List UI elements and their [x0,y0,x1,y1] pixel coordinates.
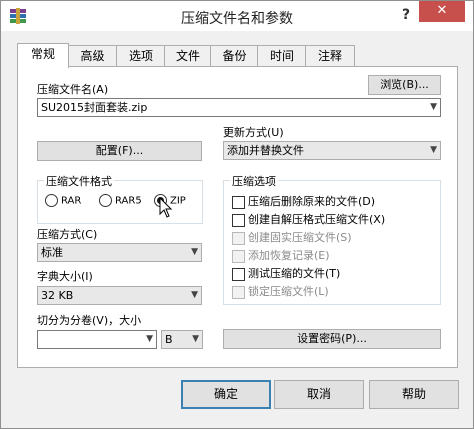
mouse-cursor-icon [159,197,173,218]
create-solid-checkbox: 创建固实压缩文件(S) [232,229,352,245]
general-panel: 压缩文件名(A) 浏览(B)... SU2015封面套装.zip ▼ 更新方式(… [17,66,458,368]
archive-format-title: 压缩文件格式 [44,173,114,189]
chevron-down-icon[interactable]: ▼ [430,142,437,159]
test-files-label: 测试压缩的文件(T) [248,267,341,280]
checkbox[interactable] [232,213,245,227]
profiles-button[interactable]: 配置(F)... [37,141,202,161]
delete-after-checkbox[interactable]: 压缩后删除原来的文件(D) [232,193,375,209]
update-mode-value: 添加并替换文件 [227,144,304,157]
delete-after-label: 压缩后删除原来的文件(D) [248,195,376,208]
create-sfx-label: 创建自解压格式压缩文件(X) [248,213,386,226]
compression-method-select[interactable]: 标准 ▼ [37,243,202,262]
update-mode-select[interactable]: 添加并替换文件 ▼ [223,141,441,160]
radio-rar-label: RAR [61,195,82,207]
checkbox [232,249,245,263]
help-question-button[interactable]: ? [395,4,417,26]
chevron-down-icon[interactable]: ▼ [191,287,198,304]
checkbox [232,285,245,299]
recovery-record-checkbox: 添加恢复记录(E) [232,247,330,263]
recovery-record-label: 添加恢复记录(E) [248,249,330,262]
split-unit-value: B [165,333,173,346]
tab-advanced[interactable]: 高级 [67,45,118,67]
dictionary-size-label: 字典大小(I) [37,270,93,283]
compression-method-value: 标准 [41,246,63,259]
create-sfx-checkbox[interactable]: 创建自解压格式压缩文件(X) [232,211,385,227]
update-mode-label: 更新方式(U) [223,126,284,139]
tab-time[interactable]: 时间 [257,45,307,67]
browse-button[interactable]: 浏览(B)... [368,75,441,95]
radio-rar5-label: RAR5 [115,195,142,207]
radio-rar5[interactable]: RAR5 [99,194,142,207]
title-bar: 压缩文件名和参数 ? ✕ [1,1,473,31]
chevron-down-icon[interactable]: ▼ [430,99,437,116]
chevron-down-icon[interactable]: ▼ [192,331,199,348]
lock-archive-checkbox: 锁定压缩文件(L) [232,283,329,299]
test-files-checkbox[interactable]: 测试压缩的文件(T) [232,265,340,281]
radio-button[interactable] [45,194,58,207]
radio-rar[interactable]: RAR [45,194,81,207]
archive-name-input[interactable]: SU2015封面套装.zip ▼ [37,98,441,117]
close-button[interactable]: ✕ [419,1,465,22]
ok-button[interactable]: 确定 [181,380,271,409]
checkbox[interactable] [232,267,245,281]
dictionary-size-value: 32 KB [41,289,74,302]
dictionary-size-select[interactable]: 32 KB ▼ [37,286,202,305]
cancel-button[interactable]: 取消 [274,380,364,409]
tab-backup[interactable]: 备份 [210,45,259,67]
lock-archive-label: 锁定压缩文件(L) [248,285,329,298]
tab-files[interactable]: 文件 [164,45,212,67]
tab-general[interactable]: 常规 [17,43,69,68]
checkbox[interactable] [232,195,245,209]
split-unit-select[interactable]: B ▼ [161,330,203,349]
archive-name-value: SU2015封面套装.zip [41,101,148,114]
dialog-window: 压缩文件名和参数 ? ✕ 常规 高级 选项 文件 备份 时间 注释 压缩文件名(… [0,0,474,429]
chevron-down-icon[interactable]: ▼ [191,244,198,261]
chevron-down-icon[interactable]: ▼ [146,331,153,348]
tab-comment[interactable]: 注释 [305,45,355,67]
split-volumes-label: 切分为分卷(V)，大小 [37,314,142,327]
tab-options[interactable]: 选项 [116,45,166,67]
archive-name-label: 压缩文件名(A) [37,83,109,96]
archive-options-title: 压缩选项 [230,173,278,189]
compression-method-label: 压缩方式(C) [37,228,98,241]
checkbox [232,231,245,245]
set-password-button[interactable]: 设置密码(P)... [223,329,441,349]
split-size-input[interactable]: ▼ [37,330,157,349]
radio-button[interactable] [99,194,112,207]
help-button[interactable]: 帮助 [369,380,459,409]
create-solid-label: 创建固实压缩文件(S) [248,231,352,244]
